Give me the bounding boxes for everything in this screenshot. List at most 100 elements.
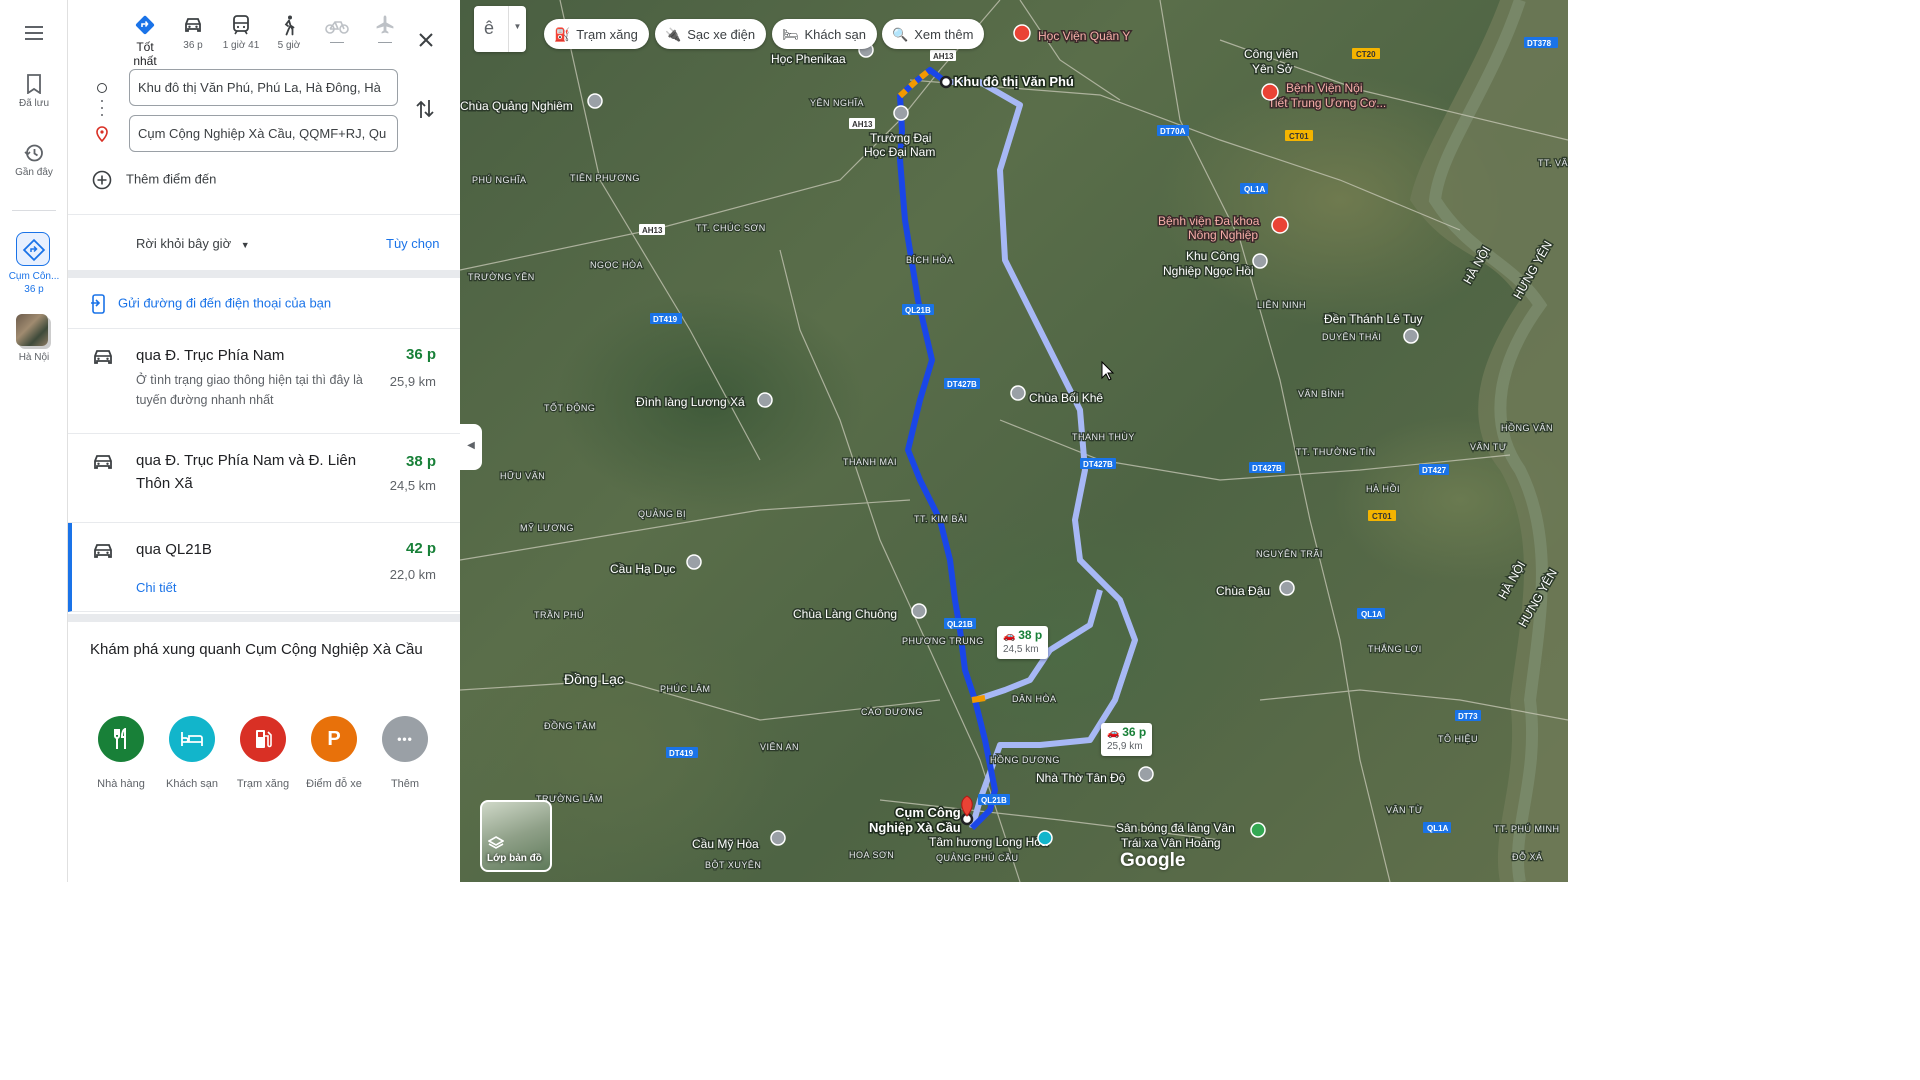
category-parking[interactable]: P Điểm đỗ xe (299, 716, 369, 790)
menu-button[interactable] (0, 24, 68, 46)
svg-text:PHÚC LÂM: PHÚC LÂM (660, 684, 711, 694)
svg-text:CT01: CT01 (1289, 132, 1309, 141)
svg-text:LIÊN NINH: LIÊN NINH (1257, 300, 1306, 310)
add-destination-button[interactable]: Thêm điểm đến (92, 170, 216, 190)
map-canvas[interactable]: AH13 AH13 AH13 DT70A QL1A QL1A QL1A CT01… (460, 0, 1568, 882)
directions-icon (135, 15, 155, 35)
category-restaurants[interactable]: Nhà hàng (86, 716, 156, 790)
tooltip-time: 38 p (1018, 628, 1043, 642)
route-tooltip-38p[interactable]: 🚗 38 p 24,5 km (997, 626, 1049, 659)
svg-text:Bệnh viện Đa khoa: Bệnh viện Đa khoa (1158, 214, 1260, 228)
route-details-link[interactable]: Chi tiết (136, 580, 176, 595)
svg-text:DT427B: DT427B (1252, 464, 1282, 473)
explore-title: Khám phá xung quanh Cụm Cộng Nghiệp Xà C… (90, 641, 423, 658)
svg-text:THANH THÙY: THANH THÙY (1072, 432, 1135, 442)
svg-text:CAO DƯƠNG: CAO DƯƠNG (861, 707, 923, 717)
hospital-marker[interactable] (1271, 216, 1289, 234)
hanoi-thumbnail[interactable] (16, 314, 48, 346)
category-gas[interactable]: Trạm xăng (228, 716, 298, 790)
origin-marker[interactable] (939, 75, 953, 89)
divider (68, 214, 460, 215)
gas-icon (240, 716, 286, 762)
svg-text:VIÊN AN: VIÊN AN (760, 742, 799, 752)
hospital-marker[interactable] (1013, 24, 1031, 42)
spa-marker[interactable] (1037, 830, 1053, 846)
route-time: 36 p (405, 346, 436, 363)
church-marker[interactable] (1138, 766, 1154, 782)
mode-best[interactable]: Tốt nhất (123, 12, 167, 68)
add-circle-icon (92, 170, 112, 190)
svg-text:TRƯỜNG YÊN: TRƯỜNG YÊN (468, 272, 535, 282)
caret-down-icon: ▼ (240, 240, 250, 250)
poi-markers (587, 24, 1419, 846)
svg-text:HỒNG DƯƠNG: HỒNG DƯƠNG (990, 754, 1060, 765)
industrial-marker[interactable] (1252, 253, 1268, 269)
svg-text:CT01: CT01 (1372, 512, 1392, 521)
temple-marker[interactable] (587, 93, 603, 109)
swap-button[interactable] (416, 98, 434, 125)
mode-transit[interactable]: 1 giờ 41 (219, 12, 263, 51)
svg-text:MỸ LƯƠNG: MỸ LƯƠNG (520, 523, 574, 533)
recent-route-button[interactable] (16, 232, 50, 266)
svg-text:NGỌC HÒA: NGỌC HÒA (590, 260, 643, 270)
svg-text:Học Viện Quân Y: Học Viện Quân Y (1038, 29, 1130, 43)
mode-walk[interactable]: 5 giờ (267, 12, 311, 51)
category-more[interactable]: ••• Thêm (370, 716, 440, 790)
svg-text:Chùa Quảng Nghiêm: Chùa Quảng Nghiêm (460, 99, 573, 113)
chip-more[interactable]: 🔍 Xem thêm (882, 19, 985, 49)
svg-text:QL1A: QL1A (1427, 824, 1449, 833)
route-option-3[interactable]: qua QL21B 42 p 22,0 km Chi tiết (68, 523, 460, 612)
mode-car[interactable]: 36 p (171, 12, 215, 51)
collapse-panel-button[interactable]: ◀ (460, 424, 482, 470)
temple-marker[interactable] (1403, 328, 1419, 344)
recent-button[interactable]: Gần đây (0, 143, 68, 178)
route-tooltip-36p[interactable]: 🚗 36 p 25,9 km (1101, 723, 1153, 756)
saved-button[interactable]: Đã lưu (0, 74, 68, 109)
section-divider (68, 270, 460, 278)
options-button[interactable]: Tùy chọn (386, 236, 439, 251)
svg-text:DT427B: DT427B (1083, 460, 1113, 469)
close-directions-button[interactable] (414, 28, 438, 52)
add-destination-label: Thêm điểm đến (126, 171, 217, 187)
bridge-marker[interactable] (770, 830, 786, 846)
origin-input[interactable]: Khu đô thị Văn Phú, Phú La, Hà Đông, Hà (129, 69, 398, 106)
map-layers-label: Lớp bản đồ (487, 853, 542, 864)
category-hotels[interactable]: Khách sạn (157, 716, 227, 790)
car-icon (94, 350, 112, 364)
bridge-marker[interactable] (686, 554, 702, 570)
chip-gas-stations[interactable]: ⛽ Trạm xăng (544, 19, 649, 49)
route-option-2[interactable]: qua Đ. Trục Phía Nam và Đ. Liên Thôn Xã … (68, 434, 460, 523)
temple-marker[interactable] (757, 392, 773, 408)
svg-text:QUẢNG BỊ: QUẢNG BỊ (638, 508, 686, 519)
map-layers-button[interactable]: Lớp bản đồ (480, 800, 552, 872)
chip-ev-charging[interactable]: 🔌 Sạc xe điện (655, 19, 767, 49)
temple-marker[interactable] (1010, 385, 1026, 401)
place-labels: Khu đô thị Văn Phú Cụm Công Nghiệp Xà Cầ… (460, 28, 1424, 853)
svg-text:DT419: DT419 (653, 315, 678, 324)
svg-text:DT378: DT378 (1527, 39, 1552, 48)
route-time: 38 p (405, 453, 436, 470)
destination-pin-icon[interactable] (961, 795, 973, 817)
hospital-marker[interactable] (1261, 83, 1279, 101)
temple-marker[interactable] (911, 603, 927, 619)
depart-time-dropdown[interactable]: Rời khỏi bây giờ ▼ (136, 236, 250, 251)
mode-bike[interactable] (315, 12, 359, 43)
stadium-marker[interactable] (1250, 822, 1266, 838)
route-distance: 24,5 km (389, 478, 436, 493)
svg-text:QL1A: QL1A (1244, 185, 1266, 194)
chip-hotels[interactable]: 🛏 Khách sạn (772, 19, 877, 49)
svg-text:BÍCH HÒA: BÍCH HÒA (906, 255, 954, 265)
bookmark-icon (27, 74, 41, 94)
mode-flight[interactable] (363, 12, 407, 43)
destination-input[interactable]: Cụm Cộng Nghiệp Xà Cầu, QQMF+RJ, Qu (129, 115, 398, 152)
school-marker[interactable] (893, 105, 909, 121)
temple-marker[interactable] (1279, 580, 1295, 596)
destination-label-2: Nghiệp Xà Cầu (869, 820, 961, 835)
route-option-1[interactable]: qua Đ. Trục Phía Nam 36 p Ở tình trạng g… (68, 329, 460, 434)
section-divider (68, 614, 460, 622)
language-selector[interactable]: ê ▼ (474, 6, 526, 52)
svg-text:Chùa Đậu: Chùa Đậu (1216, 584, 1270, 598)
svg-text:DÂN HÒA: DÂN HÒA (1012, 694, 1057, 704)
svg-text:Tâm hương Long Hòa: Tâm hương Long Hòa (929, 835, 1048, 849)
send-to-phone-button[interactable]: Gửi đường đi đến điện thoại của bạn (90, 294, 331, 314)
